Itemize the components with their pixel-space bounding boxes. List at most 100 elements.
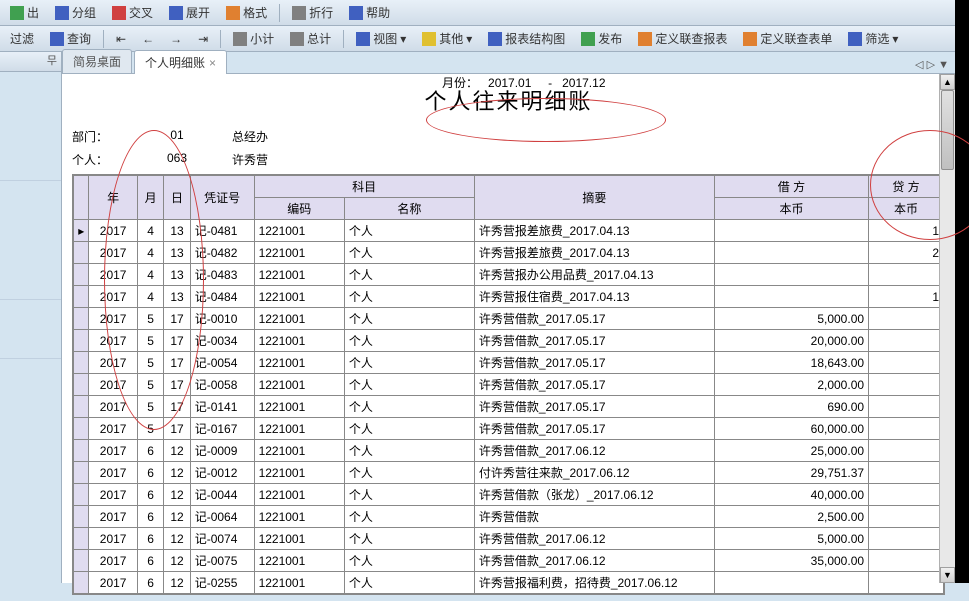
tab-personal-detail[interactable]: 个人明细账× [134, 50, 227, 74]
close-icon[interactable]: × [209, 56, 216, 70]
cell-month: 6 [137, 550, 163, 572]
export-button[interactable]: 出 [4, 2, 45, 23]
cell-code: 1221001 [254, 374, 344, 396]
nav-prev-button[interactable]: ← [136, 30, 160, 48]
sidebar-item[interactable] [0, 162, 61, 181]
col-subject[interactable]: 科目 [254, 176, 474, 198]
cell-debit [714, 286, 868, 308]
cell-month: 4 [137, 242, 163, 264]
sidebar-item[interactable] [0, 281, 61, 300]
table-row[interactable]: ▸2017413记-04811221001个人许秀营报差旅费_2017.04.1… [74, 220, 944, 242]
cell-month: 4 [137, 264, 163, 286]
cell-debit [714, 220, 868, 242]
cell-month: 5 [137, 418, 163, 440]
cell-voucher: 记-0058 [190, 374, 254, 396]
defreport-button[interactable]: 定义联查报表 [632, 28, 733, 49]
cross-button[interactable]: 交叉 [106, 2, 159, 23]
table-row[interactable]: 2017517记-00101221001个人许秀营借款_2017.05.175,… [74, 308, 944, 330]
row-marker-header [74, 176, 89, 220]
cell-credit [869, 440, 944, 462]
cell-day: 13 [164, 220, 190, 242]
cell-voucher: 记-0075 [190, 550, 254, 572]
wrap-icon [292, 6, 306, 20]
table-row[interactable]: 2017517记-00541221001个人许秀营借款_2017.05.1718… [74, 352, 944, 374]
col-credit[interactable]: 贷 方 [869, 176, 944, 198]
scroll-thumb[interactable] [941, 90, 954, 170]
table-row[interactable]: 2017612记-00091221001个人许秀营借款_2017.06.1225… [74, 440, 944, 462]
other-button[interactable]: 其他 ▾ [416, 28, 478, 49]
tab-simple-desktop[interactable]: 简易桌面 [62, 49, 132, 73]
table-row[interactable]: 2017517记-00341221001个人许秀营借款_2017.05.1720… [74, 330, 944, 352]
vertical-scrollbar[interactable]: ▲ ▼ [939, 74, 955, 583]
table-row[interactable]: 2017612记-00641221001个人许秀营借款2,500.00 [74, 506, 944, 528]
cell-year: 2017 [89, 440, 137, 462]
nav-next-button[interactable]: → [164, 30, 188, 48]
filter-button[interactable]: 过滤 [4, 28, 40, 49]
tab-nav-menu[interactable]: ▼ [938, 59, 949, 71]
cell-day: 17 [164, 374, 190, 396]
month-from: 2017.01 [488, 76, 531, 90]
col-credit-local[interactable]: 本币 [869, 198, 944, 220]
tab-bar: 简易桌面 个人明细账× ◁ ▷ ▼ [62, 52, 955, 74]
toolbar-separator [343, 30, 344, 48]
view-button[interactable]: 视图 ▾ [350, 28, 412, 49]
month-to: 2017.12 [562, 76, 605, 90]
cell-day: 12 [164, 550, 190, 572]
cell-debit: 35,000.00 [714, 550, 868, 572]
publish-button[interactable]: 发布 [575, 28, 628, 49]
defform-button[interactable]: 定义联查表单 [737, 28, 838, 49]
col-debit-local[interactable]: 本币 [714, 198, 868, 220]
table-row[interactable]: 2017517记-01671221001个人许秀营借款_2017.05.1760… [74, 418, 944, 440]
tab-nav-next[interactable]: ▷ [927, 59, 935, 71]
wrap-button[interactable]: 折行 [286, 2, 339, 23]
col-voucher[interactable]: 凭证号 [190, 176, 254, 220]
person-code: 063 [142, 151, 212, 168]
table-row[interactable]: 2017517记-00581221001个人许秀营借款_2017.05.172,… [74, 374, 944, 396]
filter2-button[interactable]: 筛选 ▾ [842, 28, 904, 49]
cell-voucher: 记-0044 [190, 484, 254, 506]
table-row[interactable]: 2017413记-04841221001个人许秀营报住宿费_2017.04.13… [74, 286, 944, 308]
col-debit[interactable]: 借 方 [714, 176, 868, 198]
nav-last-button[interactable]: ⇥ [192, 30, 214, 48]
table-row[interactable]: 2017413记-04831221001个人许秀营报办公用品费_2017.04.… [74, 264, 944, 286]
subtotal-button[interactable]: 小计 [227, 28, 280, 49]
cell-year: 2017 [89, 330, 137, 352]
other-icon [422, 32, 436, 46]
format-button[interactable]: 格式 [220, 2, 273, 23]
col-day[interactable]: 日 [164, 176, 190, 220]
cell-subject-name: 个人 [344, 352, 474, 374]
nav-first-button[interactable]: ⇤ [110, 30, 132, 48]
cell-month: 5 [137, 352, 163, 374]
table-row[interactable]: 2017517记-01411221001个人许秀营借款_2017.05.1769… [74, 396, 944, 418]
cell-code: 1221001 [254, 550, 344, 572]
cell-debit: 5,000.00 [714, 528, 868, 550]
table-row[interactable]: 2017612记-00751221001个人许秀营借款_2017.06.1235… [74, 550, 944, 572]
group-button[interactable]: 分组 [49, 2, 102, 23]
help-button[interactable]: 帮助 [343, 2, 396, 23]
table-row[interactable]: 2017413记-04821221001个人许秀营报差旅费_2017.04.13… [74, 242, 944, 264]
cell-year: 2017 [89, 484, 137, 506]
col-month[interactable]: 月 [137, 176, 163, 220]
col-subject-code[interactable]: 编码 [254, 198, 344, 220]
total-button[interactable]: 总计 [284, 28, 337, 49]
scroll-down-button[interactable]: ▼ [940, 567, 955, 583]
scroll-up-button[interactable]: ▲ [940, 74, 955, 90]
sidebar-item[interactable] [0, 340, 61, 359]
cell-day: 12 [164, 528, 190, 550]
table-row[interactable]: 2017612记-00121221001个人付许秀营往来款_2017.06.12… [74, 462, 944, 484]
col-subject-name[interactable]: 名称 [344, 198, 474, 220]
cell-code: 1221001 [254, 242, 344, 264]
query-button[interactable]: 查询 [44, 28, 97, 49]
row-marker [74, 506, 89, 528]
data-grid[interactable]: 年 月 日 凭证号 科目 摘要 借 方 贷 方 编码 名称 本币 本币 [72, 174, 945, 595]
tab-nav-prev[interactable]: ◁ [915, 59, 923, 71]
cell-summary: 许秀营报住宿费_2017.04.13 [474, 286, 714, 308]
col-year[interactable]: 年 [89, 176, 137, 220]
cell-voucher: 记-0141 [190, 396, 254, 418]
export-icon [10, 6, 24, 20]
expand-button[interactable]: 展开 [163, 2, 216, 23]
table-row[interactable]: 2017612记-00741221001个人许秀营借款_2017.06.125,… [74, 528, 944, 550]
struct-button[interactable]: 报表结构图 [482, 28, 571, 49]
col-summary[interactable]: 摘要 [474, 176, 714, 220]
table-row[interactable]: 2017612记-00441221001个人许秀营借款（张龙）_2017.06.… [74, 484, 944, 506]
